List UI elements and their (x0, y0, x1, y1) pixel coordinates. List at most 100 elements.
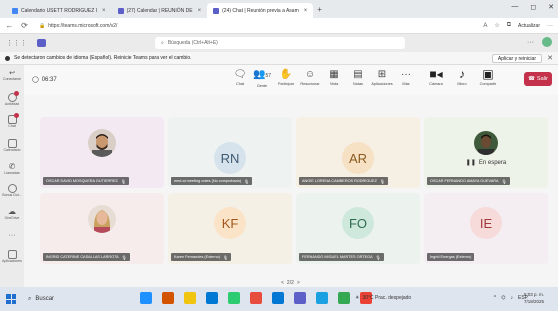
taskbar-app-icon[interactable] (162, 292, 174, 304)
windows-taskbar: ⌕ Buscar ☀ 30°C Prac. despejado ^ ⌬ ♪ ES… (0, 287, 558, 311)
favorites-icon[interactable]: ☆ (494, 22, 499, 29)
taskbar-apps (140, 292, 372, 304)
participant-name: OSCAR FERNANDO AMAYA GUEVARA (430, 179, 499, 183)
system-tray: ^ ⌬ ♪ ESP (494, 295, 528, 301)
taskbar-search[interactable]: ⌕ Buscar (28, 296, 108, 303)
avatar[interactable] (542, 37, 552, 47)
chevron-up-icon[interactable]: ^ (494, 295, 496, 301)
control-label: Vista (329, 82, 339, 86)
minimize-icon[interactable]: — (511, 3, 518, 11)
meeting-controls-bar: ◯ 06:37 🗨 Chat 👥57 Gente ✋ Participar ☺ … (24, 65, 558, 95)
taskbar-app-icon[interactable] (184, 292, 196, 304)
close-tab-icon[interactable]: × (102, 8, 106, 14)
participant-tile[interactable]: FO FERNANDO MIGUEL MARTES ORTEGA 🎙 (296, 193, 420, 264)
taskbar-app-icon[interactable] (338, 292, 350, 304)
taskbar-search-label: Buscar (35, 296, 55, 302)
weather-widget[interactable]: ☀ 30°C Prac. despejado (355, 295, 411, 301)
browser-tab-calendar[interactable]: Calendario USETT RODRIGUEZ I × (6, 3, 112, 18)
page-indicator: 2/2 (286, 280, 294, 286)
new-tab-button[interactable]: + (317, 5, 322, 14)
people-control[interactable]: 👥57 Gente (250, 69, 274, 88)
participant-tile[interactable]: IE Ingrid Energas (Externo) (424, 193, 548, 264)
app-icon (7, 184, 17, 193)
read-aloud-icon[interactable]: A (483, 23, 487, 29)
taskbar-app-icon[interactable] (140, 292, 152, 304)
app-launcher-icon[interactable]: ⋮⋮⋮ (6, 39, 27, 47)
taskbar-app-icon[interactable] (316, 292, 328, 304)
url-field[interactable]: 🔒 https://teams.microsoft.com/v2/ (35, 20, 477, 32)
rail-item-onedrive[interactable]: ☁ OneDrive (0, 207, 24, 220)
participant-name: Ingrid Energas (Externo) (430, 255, 472, 259)
taskbar-app-icon[interactable] (228, 292, 240, 304)
people-icon: 👥57 (252, 69, 271, 80)
rail-item-label: OneDrive (4, 216, 20, 220)
lock-icon: 🔒 (39, 22, 46, 29)
search-input[interactable]: ⌕ Búsqueda (Ctrl+Alt+E) (155, 37, 405, 49)
participant-tile[interactable]: KF Karen Fernandes (Externo) 🎙 (168, 193, 292, 264)
share-control[interactable]: ▣ Compartir (476, 68, 500, 86)
volume-icon[interactable]: ♪ (510, 295, 513, 301)
rail-item-more[interactable]: ··· (0, 232, 24, 239)
taskbar-app-icon[interactable] (294, 292, 306, 304)
tab-label: (27) Calendar | REUNIÓN DE (126, 7, 193, 14)
grid-icon: ▦ (329, 69, 339, 80)
more-control[interactable]: ··· Más (394, 69, 418, 86)
notes-control[interactable]: ▤ Notas (346, 69, 370, 86)
participant-tile[interactable]: RN med-ai meeting notes (No comprobado) … (168, 117, 292, 188)
rail-item-activity[interactable]: Actividad (0, 91, 24, 106)
initials-avatar: KF (214, 207, 246, 239)
participant-tile[interactable]: OSCAR DAVID MOSQUERA GUTIERREZ 🎙 (40, 117, 164, 188)
mic-control[interactable]: ♪ Micro (450, 68, 474, 86)
camera-icon: ■◂ (429, 67, 443, 81)
participant-name-label: Ingrid Energas (Externo) (427, 253, 475, 261)
taskbar-app-icon[interactable] (250, 292, 262, 304)
close-tab-icon[interactable]: × (198, 8, 202, 14)
control-label: Compartir (479, 82, 497, 86)
participant-tile[interactable]: AR ANGIE LORENA CAMBEROS RODRIGUEZ 🎙 (296, 117, 420, 188)
update-button[interactable]: Actualizar (518, 23, 540, 29)
banner-close-icon[interactable]: ✕ (547, 54, 553, 62)
browser-tab-teams-calendar[interactable]: (27) Calendar | REUNIÓN DE × (112, 3, 208, 18)
rail-item-chat[interactable]: Chat (0, 113, 24, 128)
browser-tab-teams-chat[interactable]: (24) Chat | Reunión previa a Asam × (207, 3, 314, 18)
rail-item-app[interactable]: Bonus Dot... (0, 184, 24, 197)
next-page-icon[interactable]: > (297, 280, 300, 286)
prev-page-icon[interactable]: < (281, 280, 284, 286)
rail-item-connect[interactable]: ↩ Conectarse (0, 69, 24, 81)
back-icon[interactable]: ← (5, 21, 14, 30)
participant-tile[interactable]: ❚❚ En espera OSCAR FERNANDO AMAYA GUEVAR… (424, 117, 548, 188)
leave-button[interactable]: ☎ Salir (524, 72, 552, 86)
maximize-icon[interactable]: ◻ (530, 3, 536, 11)
camera-control[interactable]: ■◂ Cámara (424, 67, 448, 86)
leave-label: Salir (536, 76, 548, 82)
participant-name: INGRID CATERINE CASALLAS LARROTA (46, 255, 119, 259)
react-control[interactable]: ☺ Reaccionar (298, 69, 322, 86)
control-label: Cámara (429, 82, 443, 86)
taskbar-clock[interactable]: 5:03 p. m. 7/18/2025 (524, 291, 544, 305)
collections-icon[interactable]: ⧉ (507, 22, 511, 29)
rail-item-calendar[interactable]: Calendario (0, 139, 24, 152)
rail-item-calls[interactable]: ✆ Llamadas (0, 162, 24, 175)
participant-photo (88, 129, 116, 157)
rail-item-apps[interactable]: Aplicaciones (0, 250, 24, 263)
initials-avatar: IE (470, 207, 502, 239)
phone-hangup-icon: ☎ (528, 76, 535, 82)
network-icon[interactable]: ⌬ (501, 295, 505, 301)
apps-control[interactable]: ⊞ Aplicaciones (370, 69, 394, 86)
participant-tile[interactable]: INGRID CATERINE CASALLAS LARROTA 🎙 (40, 193, 164, 264)
settings-more-icon[interactable]: ··· (527, 39, 534, 46)
teams-favicon-icon (213, 7, 220, 14)
taskbar-app-icon[interactable] (272, 292, 284, 304)
timer-text: 06:37 (41, 76, 57, 83)
taskbar-app-icon[interactable] (206, 292, 218, 304)
search-icon: ⌕ (28, 295, 32, 302)
apply-restart-button[interactable]: Aplicar y reiniciar (491, 54, 542, 63)
chat-control[interactable]: 🗨 Chat (228, 69, 252, 86)
windows-start-icon[interactable] (6, 294, 16, 304)
view-control[interactable]: ▦ Vista (322, 69, 346, 86)
reload-icon[interactable]: ⟳ (20, 21, 29, 30)
close-window-icon[interactable]: ✕ (548, 3, 554, 11)
close-tab-icon[interactable]: × (304, 8, 308, 14)
raise-hand-control[interactable]: ✋ Participar (274, 69, 298, 86)
browser-menu-icon[interactable]: ··· (547, 23, 553, 29)
